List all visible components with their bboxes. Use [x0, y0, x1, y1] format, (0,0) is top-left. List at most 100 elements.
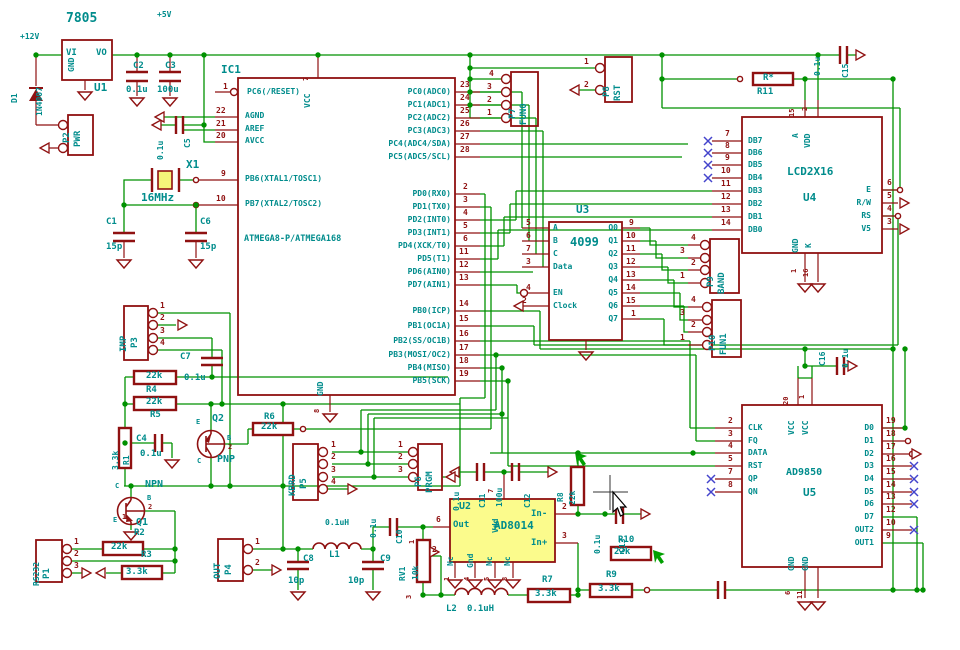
wire-junction: [420, 524, 425, 529]
label-pb6-xtal1-tosc1-: PB6(XTAL1/TOSC1): [245, 175, 322, 183]
label-db1: DB1: [748, 213, 762, 221]
label-1: 1: [331, 441, 336, 449]
ground-symbol-icon: [291, 592, 305, 600]
label-vdd: VDD: [804, 134, 812, 148]
label-pd2-int0-: PD2(INT0): [408, 216, 451, 224]
port-arrow-left-icon: [570, 85, 579, 95]
label-pb1-oc1a-: PB1(OC1A): [408, 322, 451, 330]
wire-junction: [493, 352, 498, 357]
label-0-1u: 0.1u: [370, 519, 378, 538]
label-en: EN: [553, 289, 563, 297]
label-aref: AREF: [245, 125, 264, 133]
label-db3: DB3: [748, 187, 762, 195]
label-r7: R7: [542, 576, 553, 585]
label-nc: Nc: [504, 556, 512, 566]
label-pd7-ain1-: PD7(AIN1): [408, 281, 451, 289]
label-c12: C12: [524, 494, 532, 508]
port-arrow-left-icon: [152, 120, 161, 130]
label-q6: Q6: [608, 302, 618, 310]
label-3: 3: [680, 309, 685, 317]
port-arrow-right-icon: [178, 320, 187, 330]
label-2: 2: [160, 314, 165, 322]
label-1: 1: [680, 334, 685, 342]
label-c4: C4: [136, 435, 147, 444]
ground-symbol-icon: [448, 580, 462, 588]
label-3: 3: [463, 196, 468, 204]
label-6: 6: [526, 232, 531, 240]
label-19: 19: [886, 417, 896, 425]
label-d5: D5: [864, 488, 874, 496]
label-22k: 22k: [146, 398, 162, 407]
label-2: 2: [331, 453, 336, 461]
label-pd3-int1-: PD3(INT1): [408, 229, 451, 237]
wire-junction: [602, 511, 607, 516]
label-3-3k: 3.3k: [535, 590, 557, 599]
label-in-: In+: [531, 539, 547, 548]
schematic-canvas[interactable]: +12V7805VIVOGNDU1D11N4007P2PWRC20.1uC310…: [0, 0, 960, 650]
label-2: 2: [522, 297, 527, 305]
label-5: 5: [526, 219, 531, 227]
wire-junction: [219, 401, 224, 406]
wire-junction: [802, 346, 807, 351]
label-gnd: Gnd: [467, 554, 475, 568]
label-5: 5: [463, 222, 468, 230]
label-fq: FQ: [748, 437, 758, 445]
label-3: 3: [160, 327, 165, 335]
no-connect-icon: [707, 475, 715, 483]
label-5: 5: [728, 455, 733, 463]
label-3: 3: [728, 430, 733, 438]
label-pc6-reset-: PC6(/RESET): [247, 88, 300, 96]
label-9: 9: [886, 532, 891, 540]
label-q0: Q0: [608, 224, 618, 232]
label-28: 28: [460, 146, 470, 154]
wire-junction: [575, 450, 580, 455]
label-3: 3: [562, 532, 567, 540]
label-20: 20: [783, 397, 790, 405]
label-2: 2: [148, 504, 152, 511]
c6-plates: [185, 233, 207, 241]
label-6: 6: [436, 516, 441, 524]
label-3: 3: [887, 218, 892, 226]
label-r1: R1: [123, 455, 131, 465]
label-11: 11: [459, 248, 469, 256]
label-data: Data: [553, 263, 572, 271]
port-arrow-right-icon: [856, 50, 865, 60]
label-12: 12: [886, 506, 896, 514]
label-pd4-xck-t0-: PD4(XCK/T0): [398, 242, 451, 250]
label-b: B: [147, 495, 151, 502]
label-c: C: [553, 250, 558, 258]
ground-symbol-icon: [468, 580, 482, 588]
wire-junction: [280, 401, 285, 406]
label-p1: P1: [43, 568, 52, 579]
label-3: 3: [398, 466, 403, 474]
wire-junction: [201, 52, 206, 57]
label-r11: R11: [757, 88, 773, 97]
label-d7: D7: [864, 513, 874, 521]
label-16: 16: [886, 455, 896, 463]
label-15p: 15p: [200, 243, 216, 252]
no-connect-icon: [707, 488, 715, 496]
port-arrow-right-icon: [272, 565, 281, 575]
label-vo: VO: [96, 49, 107, 58]
label-rs: RS: [861, 212, 871, 220]
c15-plates: [840, 46, 847, 64]
label-rst: RST: [614, 85, 623, 101]
label-0-1u: 0.1u: [140, 450, 162, 459]
label-gnd: GND: [788, 557, 796, 571]
label-d1: D1: [11, 93, 19, 103]
label-gnd: GND: [802, 557, 810, 571]
ground-symbol-icon: [798, 602, 812, 610]
no-connect-icon: [704, 149, 712, 157]
wire-junction: [371, 474, 376, 479]
label-6: 6: [463, 235, 468, 243]
label-p6: P6: [415, 476, 424, 487]
label-1: 1: [223, 83, 228, 91]
wire-junction: [201, 122, 206, 127]
wire-junction: [802, 76, 807, 81]
label-4099: 4099: [570, 236, 599, 248]
label-7: 7: [728, 468, 733, 476]
label-2: 2: [562, 503, 567, 511]
label-d6: D6: [864, 500, 874, 508]
label-q1: Q1: [608, 237, 618, 245]
label-r9: R9: [606, 571, 617, 580]
